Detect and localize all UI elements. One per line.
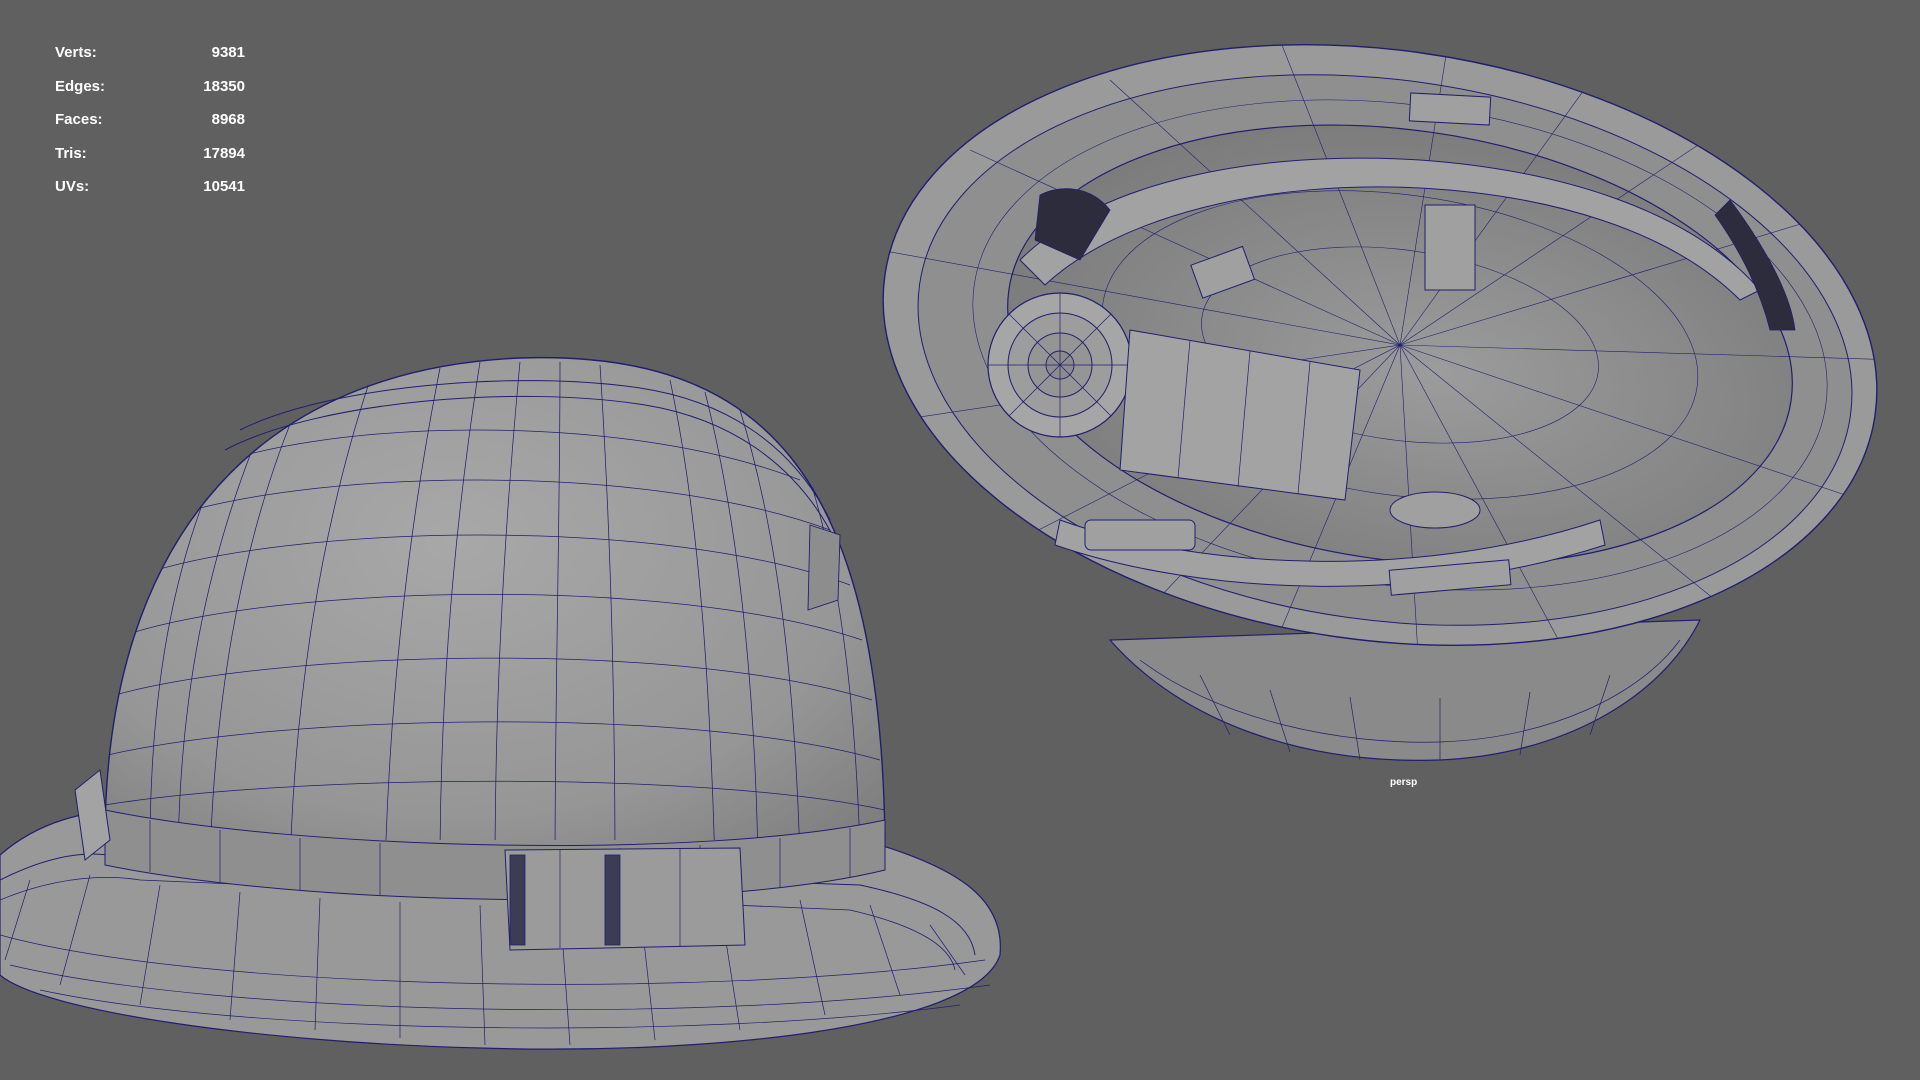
helmet-dome	[104, 356, 886, 883]
helmet-front-slot	[504, 847, 746, 951]
hud-value: 18350	[203, 77, 245, 95]
hud-value: 9381	[211, 44, 245, 61]
hud-row-faces: Faces: 8968	[55, 111, 245, 145]
hud-label: Edges:	[55, 77, 106, 95]
hud-row-uvs: UVs: 10541	[55, 178, 245, 212]
hud-value: 8968	[211, 111, 245, 128]
ratchet-knob	[987, 292, 1133, 438]
hud-row-tris: Tris: 17894	[55, 145, 245, 179]
hud-row-verts: Verts: 9381	[55, 44, 245, 78]
hard-hat-exterior[interactable]	[0, 356, 1001, 1050]
hard-hat-interior[interactable]	[844, 0, 1916, 761]
hud-value: 10541	[203, 178, 245, 195]
hud-label: Faces:	[55, 111, 103, 128]
camera-label: persp	[1390, 777, 1418, 788]
hud-label: Verts:	[55, 44, 97, 61]
hud-label: UVs:	[55, 178, 90, 195]
hud-row-edges: Edges: 18350	[55, 78, 245, 112]
poly-count-hud: Verts: 9381 Edges: 18350 Faces: 8968 Tri…	[55, 44, 245, 212]
viewport-scene[interactable]	[0, 0, 1920, 1080]
3d-viewport[interactable]: Verts: 9381 Edges: 18350 Faces: 8968 Tri…	[0, 0, 1920, 1080]
hud-label: Tris:	[55, 144, 87, 162]
hud-value: 17894	[203, 144, 245, 162]
